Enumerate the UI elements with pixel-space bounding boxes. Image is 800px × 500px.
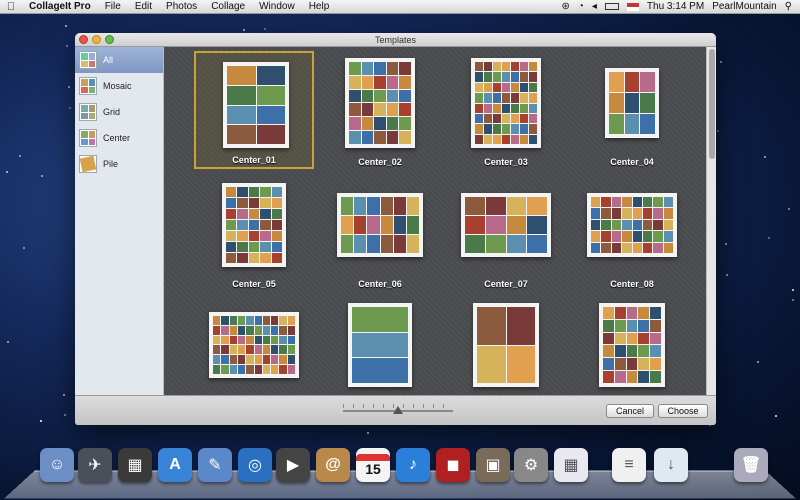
template-thumbnail xyxy=(345,58,415,148)
template-thumbnail xyxy=(471,58,541,148)
close-button[interactable] xyxy=(79,35,88,44)
bottom-toolbar: Cancel Choose xyxy=(75,395,716,425)
clock[interactable]: Thu 3:14 PM xyxy=(647,1,704,12)
volume-icon[interactable]: ◂ xyxy=(592,1,597,12)
sidebar-item-grid[interactable]: Grid xyxy=(75,99,163,125)
template-thumbnail xyxy=(223,62,289,148)
sidebar-item-label: Mosaic xyxy=(103,81,132,91)
facetime-icon[interactable]: ▶ xyxy=(276,448,310,482)
sidebar-item-pile[interactable]: Pile xyxy=(75,151,163,177)
app-store-icon[interactable]: A xyxy=(158,448,192,482)
all-icon xyxy=(79,51,97,69)
system-preferences-icon[interactable]: ⚙ xyxy=(514,448,548,482)
template-thumbnail xyxy=(337,193,423,257)
template-tile[interactable]: Center_03 xyxy=(446,51,566,169)
template-thumbnail xyxy=(348,303,412,387)
minimize-button[interactable] xyxy=(92,35,101,44)
template-tile[interactable]: Grid_02 xyxy=(446,293,566,395)
calendar-day: 15 xyxy=(365,461,381,477)
template-tile[interactable]: Grid_01 xyxy=(320,293,440,395)
battery-icon[interactable] xyxy=(605,3,619,10)
template-label: Center_05 xyxy=(194,279,314,289)
mosaic-icon xyxy=(79,77,97,95)
template-thumbnail xyxy=(605,68,659,138)
sidebar-item-label: Grid xyxy=(103,107,120,117)
template-tile[interactable]: Center_05 xyxy=(194,173,314,291)
window-titlebar[interactable]: Templates xyxy=(75,33,716,47)
downloads-icon[interactable]: ↓ xyxy=(654,448,688,482)
template-tile[interactable]: Center_01 xyxy=(194,51,314,169)
category-sidebar: All Mosaic Grid Center Pile xyxy=(75,47,164,395)
window-title: Templates xyxy=(375,35,416,45)
template-thumbnail xyxy=(222,183,286,267)
sidebar-item-mosaic[interactable]: Mosaic xyxy=(75,73,163,99)
contacts-icon[interactable]: @ xyxy=(316,448,350,482)
itunes-icon[interactable]: ♪ xyxy=(396,448,430,482)
scroll-thumb[interactable] xyxy=(709,49,715,159)
launchpad-icon[interactable]: ✈ xyxy=(78,448,112,482)
template-tile[interactable]: Center_09 xyxy=(194,293,314,395)
photo-booth-icon[interactable]: ◼ xyxy=(436,448,470,482)
template-label: Center_03 xyxy=(446,157,566,167)
mission-control-icon[interactable]: ▦ xyxy=(118,448,152,482)
finder-icon[interactable]: ☺ xyxy=(40,448,74,482)
menu-window[interactable]: Window xyxy=(252,1,302,12)
sidebar-item-center[interactable]: Center xyxy=(75,125,163,151)
documents-icon[interactable]: ≡ xyxy=(612,448,646,482)
dock: ☺ ✈ ▦ A ✎ ◎ ▶ @15 ♪ ◼ ▣ ⚙ ▦ ≡ ↓ 🗑 xyxy=(40,448,770,488)
menu-app-name[interactable]: CollageIt Pro xyxy=(22,1,98,12)
choose-button[interactable]: Choose xyxy=(658,404,708,418)
center-icon xyxy=(79,129,97,147)
status-area: ⊛ ◔ ◂ Thu 3:14 PM PearlMountain ⚲ xyxy=(561,1,800,12)
sidebar-item-all[interactable]: All xyxy=(75,47,163,73)
sidebar-item-label: All xyxy=(103,55,113,65)
menu-help[interactable]: Help xyxy=(302,1,337,12)
template-tile[interactable]: Grid_03 xyxy=(572,293,692,395)
calendar-header xyxy=(356,454,390,461)
safari-icon[interactable]: ◎ xyxy=(238,448,272,482)
template-label: Center_07 xyxy=(446,279,566,289)
search-icon[interactable]: ⚲ xyxy=(785,1,792,12)
vertical-scrollbar[interactable] xyxy=(706,47,716,395)
calendar-icon[interactable]: 15 xyxy=(356,448,390,482)
iphoto-icon[interactable]: ▣ xyxy=(476,448,510,482)
template-thumbnail xyxy=(599,303,665,387)
template-thumbnail xyxy=(209,312,299,378)
bluetooth-icon[interactable]: ⊛ xyxy=(561,1,569,12)
menu-edit[interactable]: Edit xyxy=(128,1,159,12)
template-tile[interactable]: Center_07 xyxy=(446,173,566,291)
template-thumbnail xyxy=(461,193,551,257)
pile-icon xyxy=(79,155,97,173)
zoom-slider-knob[interactable] xyxy=(393,406,403,414)
user-menu[interactable]: PearlMountain xyxy=(712,1,776,12)
wifi-icon[interactable]: ◔ xyxy=(578,1,584,12)
template-label: Center_04 xyxy=(572,157,692,167)
template-tile[interactable]: Center_06 xyxy=(320,173,440,291)
grid-icon xyxy=(79,103,97,121)
sidebar-item-label: Center xyxy=(103,133,130,143)
template-tile[interactable]: Center_04 xyxy=(572,51,692,169)
template-label: Center_06 xyxy=(320,279,440,289)
apple-menu-icon[interactable]:  xyxy=(0,1,22,13)
cancel-button[interactable]: Cancel xyxy=(606,404,654,418)
template-tile[interactable]: Center_02 xyxy=(320,51,440,169)
flag-icon[interactable] xyxy=(627,3,639,11)
menu-photos[interactable]: Photos xyxy=(159,1,204,12)
menu-file[interactable]: File xyxy=(98,1,128,12)
template-label: Center_01 xyxy=(196,155,312,165)
templates-window: Templates All Mosaic Grid Center Pile Ce… xyxy=(75,33,716,425)
template-thumbnail xyxy=(587,193,677,257)
zoom-button[interactable] xyxy=(105,35,114,44)
collageit-icon[interactable]: ▦ xyxy=(554,448,588,482)
menubar:  CollageIt Pro File Edit Photos Collage… xyxy=(0,0,800,14)
menu-collage[interactable]: Collage xyxy=(204,1,252,12)
template-label: Center_08 xyxy=(572,279,692,289)
template-thumbnail xyxy=(473,303,539,387)
preview-icon[interactable]: ✎ xyxy=(198,448,232,482)
trash-icon[interactable]: 🗑 xyxy=(734,448,768,482)
template-tile[interactable]: Center_08 xyxy=(572,173,692,291)
template-gallery: Center_01 Center_02 Center_03 Center_04 Cent… xyxy=(164,47,706,395)
sidebar-item-label: Pile xyxy=(103,159,118,169)
template-label: Center_02 xyxy=(320,157,440,167)
